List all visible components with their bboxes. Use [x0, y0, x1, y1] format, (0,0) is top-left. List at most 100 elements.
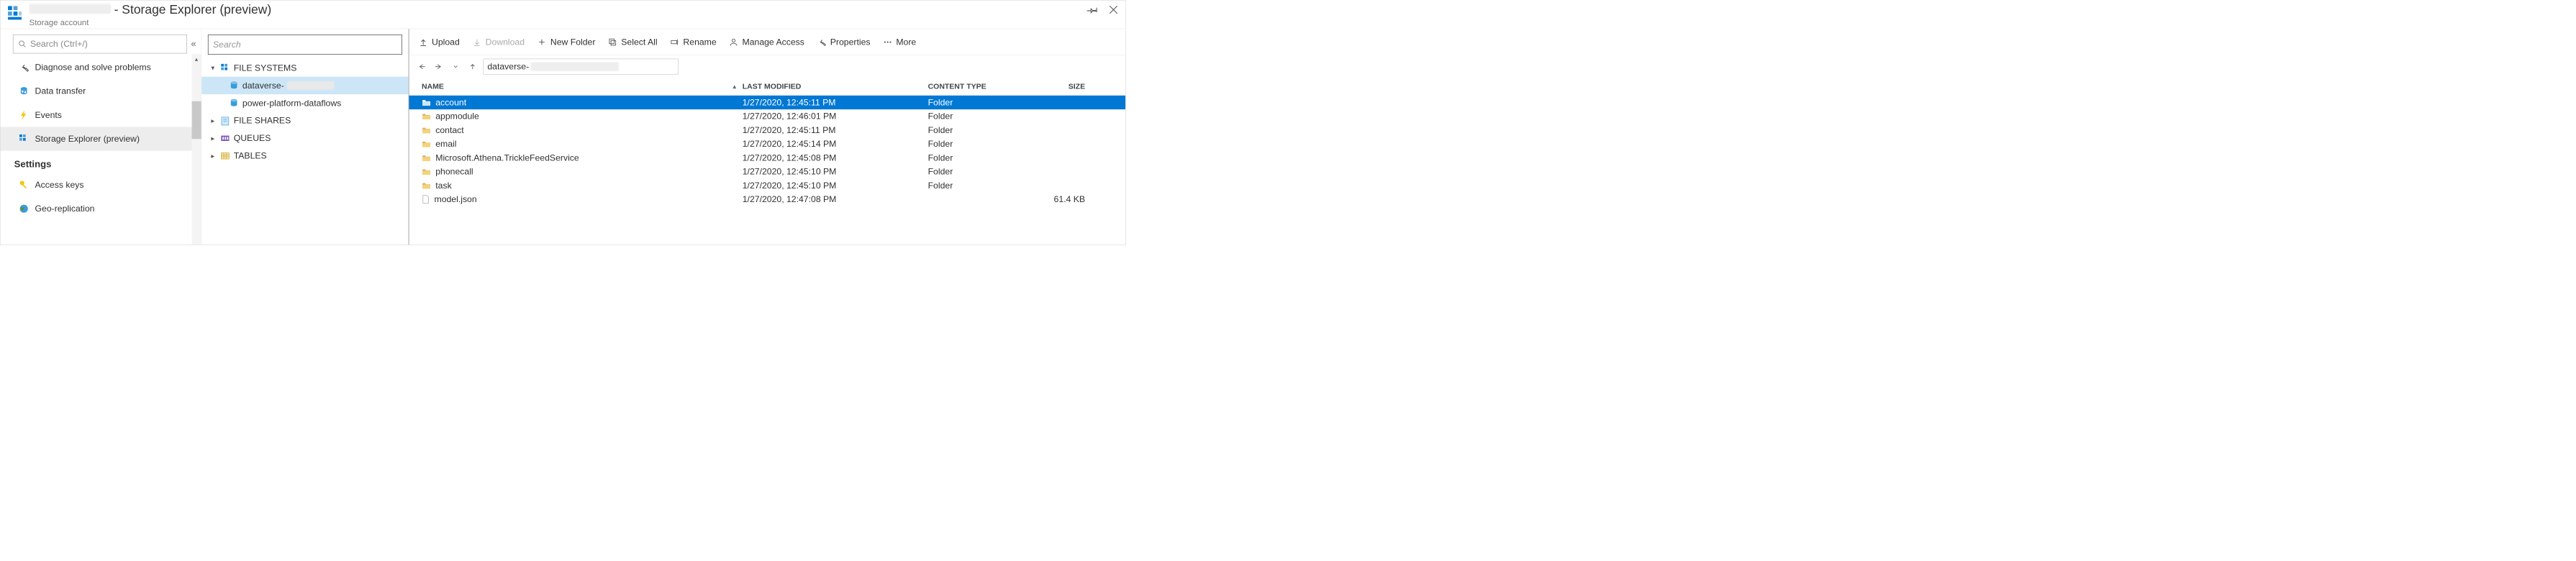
storage-tree-panel: Search ▾ FILE SYSTEMS dataverse-power-plat…: [201, 29, 409, 245]
expander-icon: ▾: [209, 64, 217, 72]
table-row[interactable]: model.json 1/27/2020, 12:47:08 PM 61.4 KB: [409, 192, 1125, 206]
tree-search-placeholder: Search: [213, 40, 241, 50]
breadcrumb-path-input[interactable]: dataverse-: [484, 59, 679, 75]
tree-group-file-systems[interactable]: ▾ FILE SYSTEMS: [201, 59, 409, 76]
more-button[interactable]: More: [883, 37, 916, 47]
sidebar-item-access-keys[interactable]: Access keys: [0, 173, 201, 196]
upload-button[interactable]: Upload: [419, 37, 460, 47]
tree-item-label: power-platform-dataflows: [242, 98, 341, 108]
sidebar-scrollbar-thumb[interactable]: [192, 101, 201, 139]
download-button[interactable]: Download: [472, 37, 525, 47]
search-icon: [18, 40, 26, 47]
sidebar-item-storage-explorer-preview-[interactable]: Storage Explorer (preview): [0, 127, 201, 151]
row-type: Folder: [928, 152, 1045, 163]
collapse-sidebar-button[interactable]: «: [191, 39, 196, 50]
tree-item-dataverse-[interactable]: dataverse-: [201, 77, 409, 94]
wrench-icon: [817, 37, 826, 47]
tree-group-queues[interactable]: ▸QUEUES: [201, 129, 409, 147]
sidebar-item-events[interactable]: Events: [0, 103, 201, 127]
expander-icon: ▸: [209, 152, 217, 160]
row-modified: 1/27/2020, 12:46:01 PM: [743, 111, 928, 122]
row-modified: 1/27/2020, 12:45:10 PM: [743, 181, 928, 191]
page-subtitle: Storage account: [30, 17, 272, 27]
column-header-modified[interactable]: Last Modified: [743, 82, 928, 91]
rename-icon: [670, 37, 679, 47]
table-row[interactable]: appmodule 1/27/2020, 12:46:01 PMFolder: [409, 109, 1125, 123]
row-name: appmodule: [435, 111, 479, 122]
file-icon: [422, 195, 430, 204]
folder-icon: [422, 99, 431, 106]
select-all-icon: [608, 37, 617, 47]
row-size: 61.4 KB: [1044, 194, 1088, 204]
sidebar-search-input[interactable]: Search (Ctrl+/): [13, 35, 187, 53]
sort-ascending-icon: ▴: [733, 83, 736, 91]
tree-group-tables[interactable]: ▸ TABLES: [201, 147, 409, 165]
select-all-button[interactable]: Select All: [608, 37, 658, 47]
sidebar-search-placeholder: Search (Ctrl+/): [30, 39, 88, 49]
breadcrumb-nav: dataverse-: [409, 55, 1125, 78]
row-type: Folder: [928, 111, 1045, 122]
column-header-name[interactable]: Name ▴: [409, 82, 743, 91]
row-modified: 1/27/2020, 12:45:11 PM: [743, 97, 928, 107]
breadcrumb-redacted: [531, 63, 619, 71]
table-row[interactable]: contact1/27/2020, 12:45:11 PMFolder: [409, 123, 1125, 137]
page-title: - Storage Explorer (preview): [30, 3, 272, 17]
title-suffix: - Storage Explorer (preview): [114, 3, 272, 17]
column-header-size[interactable]: Size: [1044, 82, 1088, 91]
sidebar-scrollbar-track[interactable]: [192, 54, 201, 245]
more-icon: [883, 37, 892, 47]
tree-item-power-platform-dataflows[interactable]: power-platform-dataflows: [201, 94, 409, 111]
row-name: model.json: [434, 194, 476, 204]
nav-back-button[interactable]: [415, 60, 427, 73]
sidebar-item-geo-replication[interactable]: Geo-replication: [0, 197, 201, 221]
table-row[interactable]: phonecall1/27/2020, 12:45:10 PMFolder: [409, 165, 1125, 178]
sidebar-item-label: Diagnose and solve problems: [35, 63, 151, 73]
sidebar-item-diagnose-and-solve-problems[interactable]: Diagnose and solve problems: [0, 55, 201, 79]
resource-menu-sidebar: Search (Ctrl+/) « Diagnose and solve pro…: [0, 29, 201, 245]
close-icon[interactable]: [1108, 4, 1120, 16]
sidebar-item-label: Events: [35, 110, 62, 120]
rename-button[interactable]: Rename: [670, 37, 717, 47]
row-modified: 1/27/2020, 12:45:08 PM: [743, 152, 928, 163]
row-name: account: [435, 97, 466, 107]
folder-icon: [422, 181, 431, 189]
row-name: task: [435, 181, 451, 191]
row-type: Folder: [928, 97, 1045, 107]
tree-search-input[interactable]: Search: [208, 35, 402, 55]
account-name-redacted: [30, 4, 112, 14]
folder-icon: [422, 168, 431, 175]
sidebar-item-label: Data transfer: [35, 86, 86, 96]
new-folder-button[interactable]: New Folder: [538, 37, 596, 47]
folder-icon: [422, 126, 431, 134]
row-type: Folder: [928, 139, 1045, 149]
manage-access-button[interactable]: Manage Access: [729, 37, 804, 47]
tree-group-label: TABLES: [234, 151, 267, 161]
tree-group-file-shares[interactable]: ▸FILE SHARES: [201, 112, 409, 129]
sidebar-scroll-up[interactable]: ▴: [192, 54, 201, 63]
tree-item-redacted: [287, 81, 335, 89]
table-row[interactable]: Microsoft.Athena.TrickleFeedService1/27/…: [409, 151, 1125, 165]
row-type: Folder: [928, 125, 1045, 135]
row-type: Folder: [928, 167, 1045, 177]
column-header-type[interactable]: Content Type: [928, 82, 1045, 91]
nav-history-button[interactable]: [449, 60, 461, 73]
sidebar-item-data-transfer[interactable]: Data transfer: [0, 79, 201, 103]
table-row[interactable]: email1/27/2020, 12:45:14 PMFolder: [409, 137, 1125, 151]
properties-button[interactable]: Properties: [817, 37, 870, 47]
sidebar-item-label: Access keys: [35, 180, 84, 190]
person-icon: [729, 37, 738, 47]
nav-forward-button[interactable]: [432, 60, 445, 73]
row-name: email: [435, 139, 456, 149]
row-modified: 1/27/2020, 12:47:08 PM: [743, 194, 928, 204]
folder-icon: [422, 154, 431, 162]
download-icon: [472, 37, 481, 47]
table-row[interactable]: task 1/27/2020, 12:45:10 PMFolder: [409, 178, 1125, 192]
tree-group-label: FILE SYSTEMS: [234, 63, 297, 73]
pin-icon[interactable]: [1088, 4, 1099, 16]
toolbar: Upload Download New Folder Select All Re…: [409, 29, 1125, 55]
nav-up-button[interactable]: [466, 60, 479, 73]
row-type: Folder: [928, 181, 1045, 191]
row-modified: 1/27/2020, 12:45:11 PM: [743, 125, 928, 135]
table-row[interactable]: account 1/27/2020, 12:45:11 PMFolder: [409, 96, 1125, 109]
file-table: Name ▴ Last Modified Content Type Size a…: [409, 78, 1125, 245]
